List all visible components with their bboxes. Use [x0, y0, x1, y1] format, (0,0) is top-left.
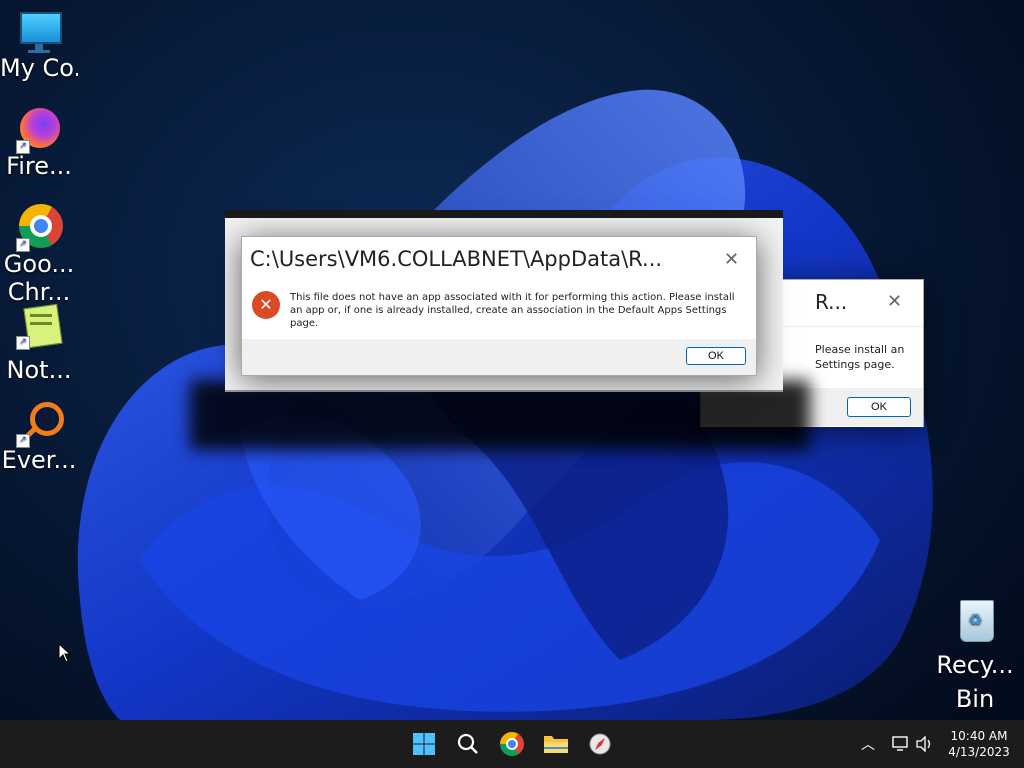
dialog-message: This file does not have an app associate…	[290, 292, 735, 329]
shortcut-arrow-icon: ↗	[16, 238, 30, 252]
desktop-icon-label: Recy... Bin	[936, 651, 1014, 712]
desktop-icon-everything[interactable]: ↗ Ever...	[0, 400, 78, 474]
dialog-title: C:\Users\VM6.COLLABNET\AppData\R...	[250, 247, 663, 271]
chrome-icon: ↗	[16, 204, 63, 252]
taskbar-search-button[interactable]	[452, 728, 484, 760]
error-icon: ✕	[252, 291, 280, 319]
file-explorer-icon	[544, 736, 568, 753]
shortcut-arrow-icon: ↗	[16, 336, 30, 350]
dialog-message-line: Settings page.	[815, 358, 895, 371]
volume-icon[interactable]	[916, 736, 934, 752]
error-dialog: C:\Users\VM6.COLLABNET\AppData\R... ✕ ✕ …	[241, 236, 757, 376]
mouse-cursor-icon	[58, 643, 72, 663]
desktop-icon-label: Not...	[6, 356, 72, 384]
dialog-title: R...	[815, 290, 848, 314]
desktop-icon-label: Fire...	[6, 152, 72, 180]
start-icon	[413, 733, 435, 755]
desktop-icon-recycle-bin[interactable]: ♻ Recy... Bin	[936, 596, 1014, 712]
desktop-icon-firefox[interactable]: ↗ Fire...	[0, 106, 78, 180]
desktop-icon-label: Goo... Chr...	[3, 250, 75, 306]
desktop-icon-label: My Co...	[0, 54, 78, 82]
recycle-bin-icon: ♻	[952, 596, 998, 642]
network-icon[interactable]	[892, 736, 910, 752]
desktop-icon-notepad-plus-plus[interactable]: ↗ Not...	[0, 302, 78, 384]
firefox-icon: ↗	[16, 106, 62, 154]
search-icon	[457, 733, 478, 754]
everything-search-icon: ↗	[16, 400, 64, 448]
taskbar-file-explorer-button[interactable]	[540, 728, 572, 760]
desktop-icon-google-chrome[interactable]: ↗ Goo... Chr...	[0, 204, 78, 306]
notepad-plus-plus-icon: ↗	[16, 302, 63, 350]
compass-app-icon	[589, 733, 611, 755]
start-button[interactable]	[408, 728, 440, 760]
desktop-icon-my-computer[interactable]: My Co...	[0, 8, 78, 82]
show-hidden-icons-chevron-icon[interactable]: ︿	[861, 734, 875, 754]
close-icon[interactable]: ✕	[724, 251, 739, 269]
taskbar-clock[interactable]: 10:40 AM 4/13/2023	[944, 728, 1014, 760]
ok-button[interactable]: OK	[686, 347, 746, 365]
shortcut-arrow-icon: ↗	[16, 140, 30, 154]
clock-date: 4/13/2023	[948, 745, 1010, 759]
chrome-icon	[500, 732, 524, 756]
dialog-footer	[242, 339, 756, 375]
desktop-icon-label: Ever...	[1, 446, 77, 474]
ok-button[interactable]: OK	[847, 397, 911, 417]
dialog-message-line: Please install an	[815, 343, 905, 356]
taskbar-chrome-button[interactable]	[496, 728, 528, 760]
taskbar: ︿ 10:40 AM 4/13/2023	[0, 720, 1024, 768]
taskbar-compass-app-button[interactable]	[584, 728, 616, 760]
shortcut-arrow-icon: ↗	[16, 434, 30, 448]
close-icon[interactable]: ✕	[887, 293, 902, 311]
computer-icon	[16, 8, 62, 54]
clock-time: 10:40 AM	[950, 729, 1008, 743]
